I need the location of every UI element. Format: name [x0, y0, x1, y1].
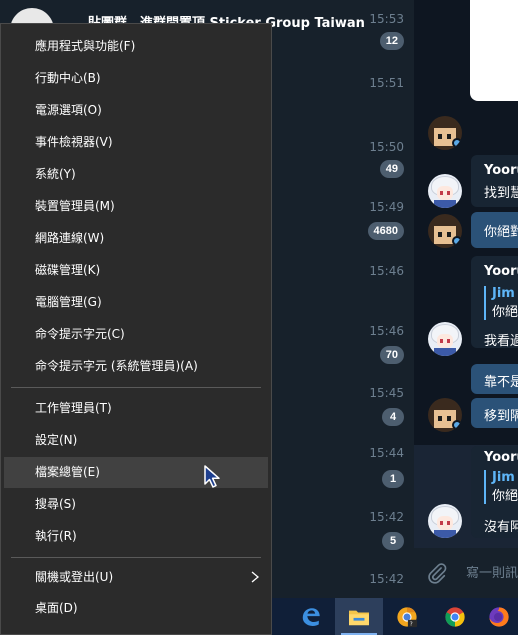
unread-badge: 4680 [367, 222, 404, 240]
menu-separator [11, 557, 261, 558]
menu-item-label: 關機或登出(U) [35, 570, 114, 584]
chat-time: 15:46 [369, 264, 404, 278]
message-composer [414, 548, 518, 598]
reply-quote[interactable]: Jim 你絕 [484, 470, 518, 504]
menu-item-device-manager[interactable]: 裝置管理員(M) [4, 191, 268, 222]
message-text: 靠不是 [484, 375, 518, 390]
user-avatar[interactable] [428, 116, 462, 150]
menu-item-power-options[interactable]: 電源選項(O) [4, 95, 268, 126]
winx-context-menu: 應用程式與功能(F) 行動中心(B) 電源選項(O) 事件檢視器(V) 系統(Y… [0, 23, 272, 635]
unread-badge: 5 [382, 532, 404, 550]
unread-badge: 4 [382, 408, 404, 426]
firefox-icon[interactable] [479, 598, 518, 635]
menu-item-command-prompt-admin[interactable]: 命令提示字元 (系統管理員)(A) [4, 351, 268, 382]
message-sender: Yooru [484, 264, 518, 279]
reply-text: 你絕 [492, 305, 518, 320]
user-avatar[interactable] [428, 322, 462, 356]
menu-separator [11, 387, 261, 388]
chrome-icon[interactable] [431, 598, 479, 635]
menu-item-file-explorer[interactable]: 檔案總管(E) [4, 457, 268, 488]
chat-time: 15:46 [369, 324, 404, 338]
unread-badge: 1 [382, 470, 404, 488]
menu-item-disk-management[interactable]: 磁碟管理(K) [4, 255, 268, 286]
menu-item-desktop[interactable]: 桌面(D) [4, 593, 268, 624]
menu-item-run[interactable]: 執行(R) [4, 521, 268, 552]
file-explorer-icon[interactable] [335, 598, 383, 635]
menu-item-apps-features[interactable]: 應用程式與功能(F) [4, 31, 268, 62]
message-text: 我看過 [484, 334, 518, 348]
unread-badge: 12 [379, 32, 404, 50]
menu-item-search[interactable]: 搜尋(S) [4, 489, 268, 520]
menu-item-command-prompt[interactable]: 命令提示字元(C) [4, 319, 268, 350]
chat-time: 15:53 [369, 12, 404, 26]
message-text: 你絕對 [484, 225, 518, 240]
reply-text: 你絕 [492, 489, 518, 504]
user-avatar[interactable] [428, 504, 462, 538]
user-avatar[interactable] [428, 174, 462, 208]
message-text: 沒有阿 [484, 520, 518, 535]
reply-quote[interactable]: Jim 你絕 [484, 286, 518, 320]
message-sender: Yooru [484, 450, 518, 465]
chat-pane: Yooru 找到慧 你絕對 Yooru Jim 你絕 我看過 靠不是 移到隔 Y… [414, 0, 518, 598]
menu-item-event-viewer[interactable]: 事件檢視器(V) [4, 127, 268, 158]
chat-time: 15:50 [369, 140, 404, 154]
user-avatar[interactable] [428, 398, 462, 432]
chat-time: 15:42 [369, 572, 404, 586]
edge-icon[interactable] [287, 598, 335, 635]
message-bubble[interactable]: 你絕對 [471, 212, 518, 248]
message-bubble[interactable]: 靠不是 [471, 364, 518, 394]
mouse-cursor-icon [204, 465, 220, 488]
message-bubble[interactable]: 移到隔 [471, 398, 518, 428]
sticker-image [470, 0, 518, 101]
chat-time: 15:45 [369, 386, 404, 400]
reply-sender: Jim [492, 470, 515, 485]
menu-item-network-connections[interactable]: 網路連線(W) [4, 223, 268, 254]
reply-sender: Jim [492, 286, 515, 301]
message-text: 移到隔 [484, 409, 518, 424]
message-bubble[interactable]: Yooru Jim 你絕 沒有阿 [471, 446, 518, 538]
chevron-right-icon [251, 571, 260, 583]
menu-item-system[interactable]: 系統(Y) [4, 159, 268, 190]
chat-time: 15:44 [369, 446, 404, 460]
menu-item-task-manager[interactable]: 工作管理員(T) [4, 393, 268, 424]
message-bubble[interactable]: Yooru Jim 你絕 我看過 [471, 256, 518, 348]
message-sender: Yooru [484, 163, 518, 178]
attach-icon[interactable] [426, 562, 448, 584]
svg-text:?: ? [410, 621, 413, 627]
message-input[interactable] [466, 562, 518, 584]
menu-item-computer-management[interactable]: 電腦管理(G) [4, 287, 268, 318]
unread-badge: 70 [379, 346, 404, 364]
message-bubble[interactable]: Yooru 找到慧 [471, 155, 518, 207]
chat-time: 15:51 [369, 76, 404, 90]
message-text: 找到慧 [484, 186, 518, 201]
menu-item-shutdown-signout[interactable]: 關機或登出(U) [4, 562, 268, 593]
chat-time: 15:42 [369, 510, 404, 524]
chrome-canary-icon[interactable]: ? [383, 598, 431, 635]
user-avatar[interactable] [428, 214, 462, 248]
menu-item-action-center[interactable]: 行動中心(B) [4, 63, 268, 94]
menu-item-settings[interactable]: 設定(N) [4, 425, 268, 456]
unread-badge: 49 [379, 160, 404, 178]
